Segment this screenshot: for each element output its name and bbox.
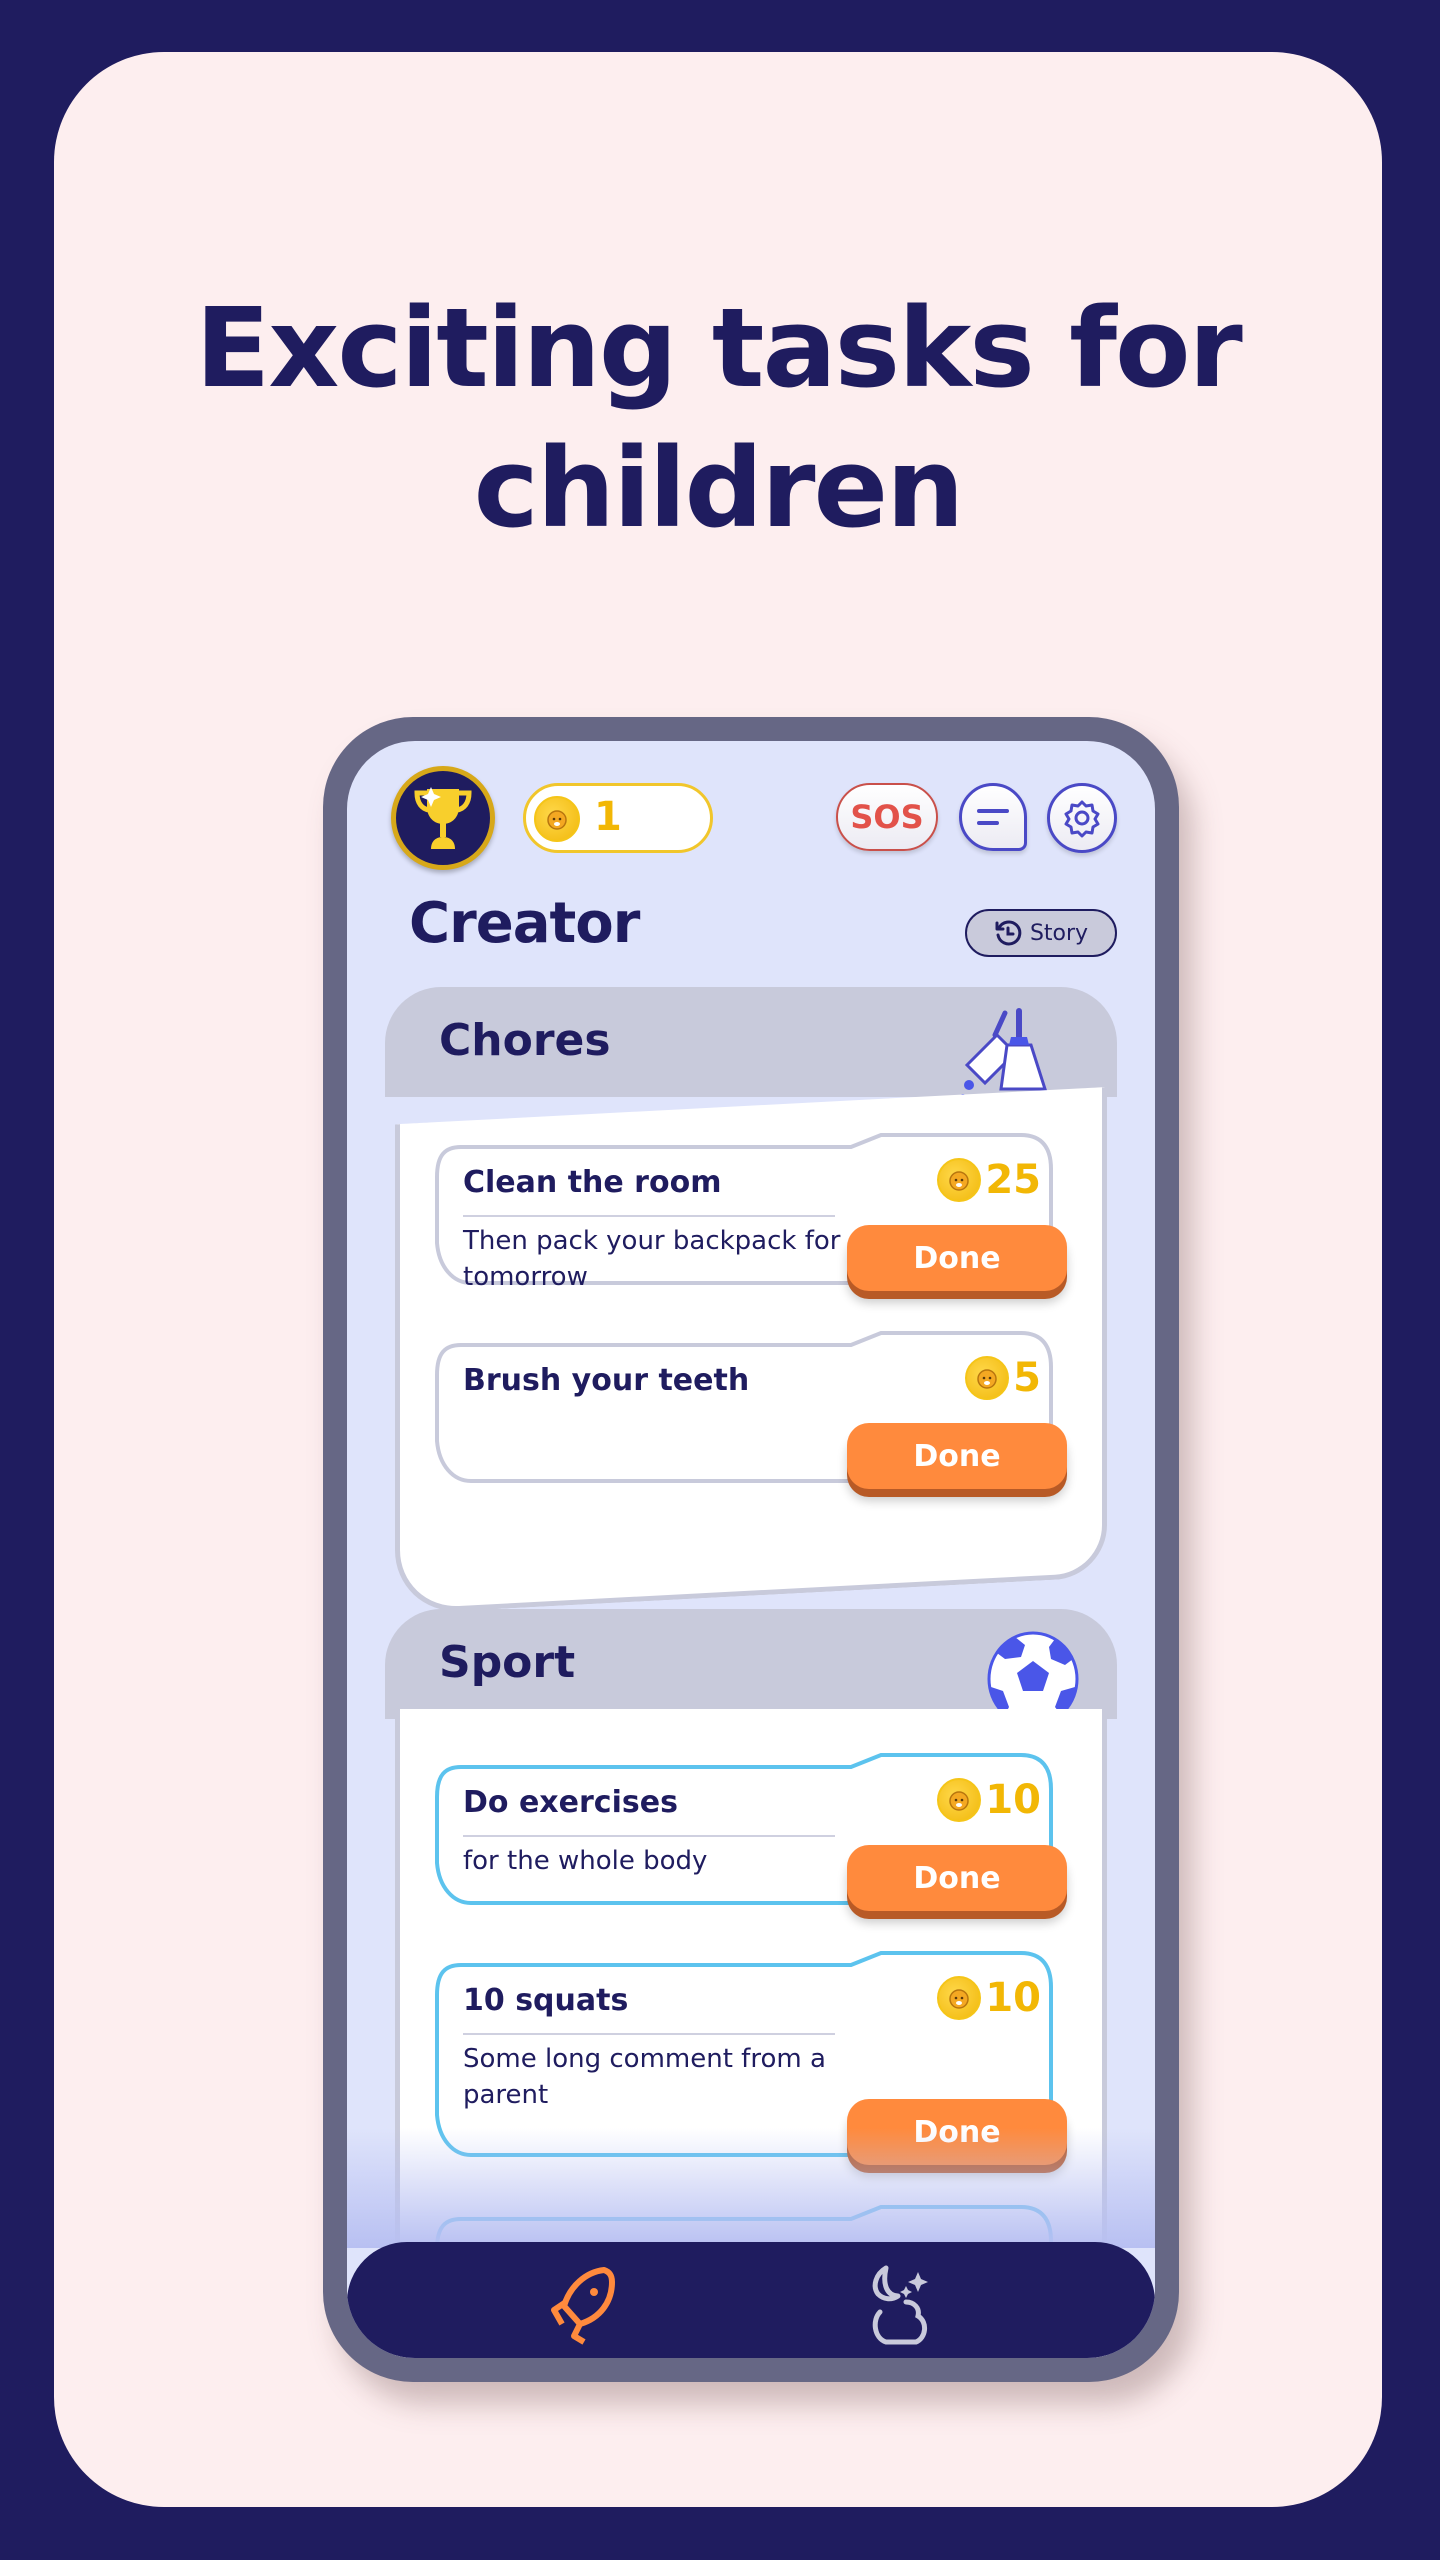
trophy-button[interactable] bbox=[391, 766, 495, 870]
done-button[interactable]: Done bbox=[847, 1423, 1067, 1489]
coin-balance-value: 1 bbox=[594, 794, 622, 840]
task-name: Do exercises bbox=[463, 1785, 678, 1820]
task-reward-value: 10 bbox=[985, 1975, 1041, 2021]
nav-item-night[interactable] bbox=[851, 2262, 951, 2358]
tiger-coin-icon bbox=[937, 1976, 982, 2020]
category-title: Chores bbox=[439, 1015, 611, 1066]
task-reward-value: 25 bbox=[985, 1157, 1041, 1203]
done-button[interactable]: Done bbox=[847, 1845, 1067, 1911]
category-header: Chores bbox=[385, 987, 1117, 1100]
tiger-coin-icon bbox=[965, 1356, 1010, 1400]
done-button[interactable]: Done bbox=[847, 1225, 1067, 1291]
bottom-nav bbox=[347, 2242, 1155, 2358]
task-card: Brush your teeth 5 Done bbox=[431, 1323, 1067, 1499]
category-chores: Chores Clean the room Then pack your bac bbox=[385, 987, 1117, 1615]
tiger-coin-icon bbox=[937, 1158, 982, 1202]
sos-button[interactable]: SOS bbox=[836, 783, 938, 851]
story-label: Story bbox=[1029, 920, 1089, 946]
chat-button[interactable] bbox=[959, 783, 1027, 851]
task-card: Do exercises for the whole body 10 Done bbox=[431, 1745, 1067, 1921]
category-header: Sport bbox=[385, 1609, 1117, 1727]
task-name: 10 squats bbox=[463, 1983, 629, 2018]
chat-icon bbox=[977, 809, 1009, 825]
trophy-icon bbox=[414, 787, 472, 849]
history-icon bbox=[995, 920, 1022, 946]
page-title: Creator bbox=[409, 891, 640, 956]
task-reward-value: 10 bbox=[985, 1777, 1041, 1823]
task-reward: 10 bbox=[937, 1975, 1041, 2021]
task-separator bbox=[463, 1835, 835, 1837]
rocket-icon bbox=[551, 2267, 615, 2345]
headline-line-2: children bbox=[473, 424, 965, 552]
headline-line-1: Exciting tasks for bbox=[195, 284, 1243, 412]
task-reward: 5 bbox=[965, 1355, 1041, 1401]
task-separator bbox=[463, 1215, 835, 1217]
task-card: Clean the room Then pack your backpack f… bbox=[431, 1125, 1067, 1301]
story-button[interactable]: Story bbox=[965, 909, 1117, 957]
task-comment: Some long comment from a parent bbox=[463, 2044, 826, 2110]
tiger-coin-icon bbox=[937, 1778, 982, 1822]
nav-item-tasks[interactable] bbox=[533, 2262, 633, 2358]
gear-icon bbox=[1064, 800, 1100, 838]
task-comment: for the whole body bbox=[463, 1846, 708, 1876]
task-reward: 25 bbox=[937, 1157, 1041, 1203]
coin-balance[interactable]: 1 bbox=[523, 783, 713, 853]
task-card: 10 squats Some long comment from a paren… bbox=[431, 1943, 1067, 2173]
app-screen: 1 SOS Creator Story Chores Clean the roo… bbox=[347, 741, 1155, 2358]
task-name: Clean the room bbox=[463, 1165, 722, 1200]
settings-button[interactable] bbox=[1047, 783, 1117, 853]
moon-cloud-icon bbox=[872, 2265, 928, 2345]
tiger-coin-icon bbox=[534, 796, 580, 842]
task-comment: Then pack your backpack for tomorrow bbox=[463, 1226, 841, 1292]
task-reward: 10 bbox=[937, 1777, 1041, 1823]
task-reward-value: 5 bbox=[1013, 1355, 1041, 1401]
task-separator bbox=[463, 2033, 835, 2035]
done-button[interactable]: Done bbox=[847, 2099, 1067, 2165]
phone-frame: 1 SOS Creator Story Chores Clean the roo… bbox=[323, 717, 1179, 2382]
task-name: Brush your teeth bbox=[463, 1363, 750, 1398]
category-title: Sport bbox=[439, 1637, 576, 1688]
headline: Exciting tasks for children bbox=[54, 278, 1382, 558]
